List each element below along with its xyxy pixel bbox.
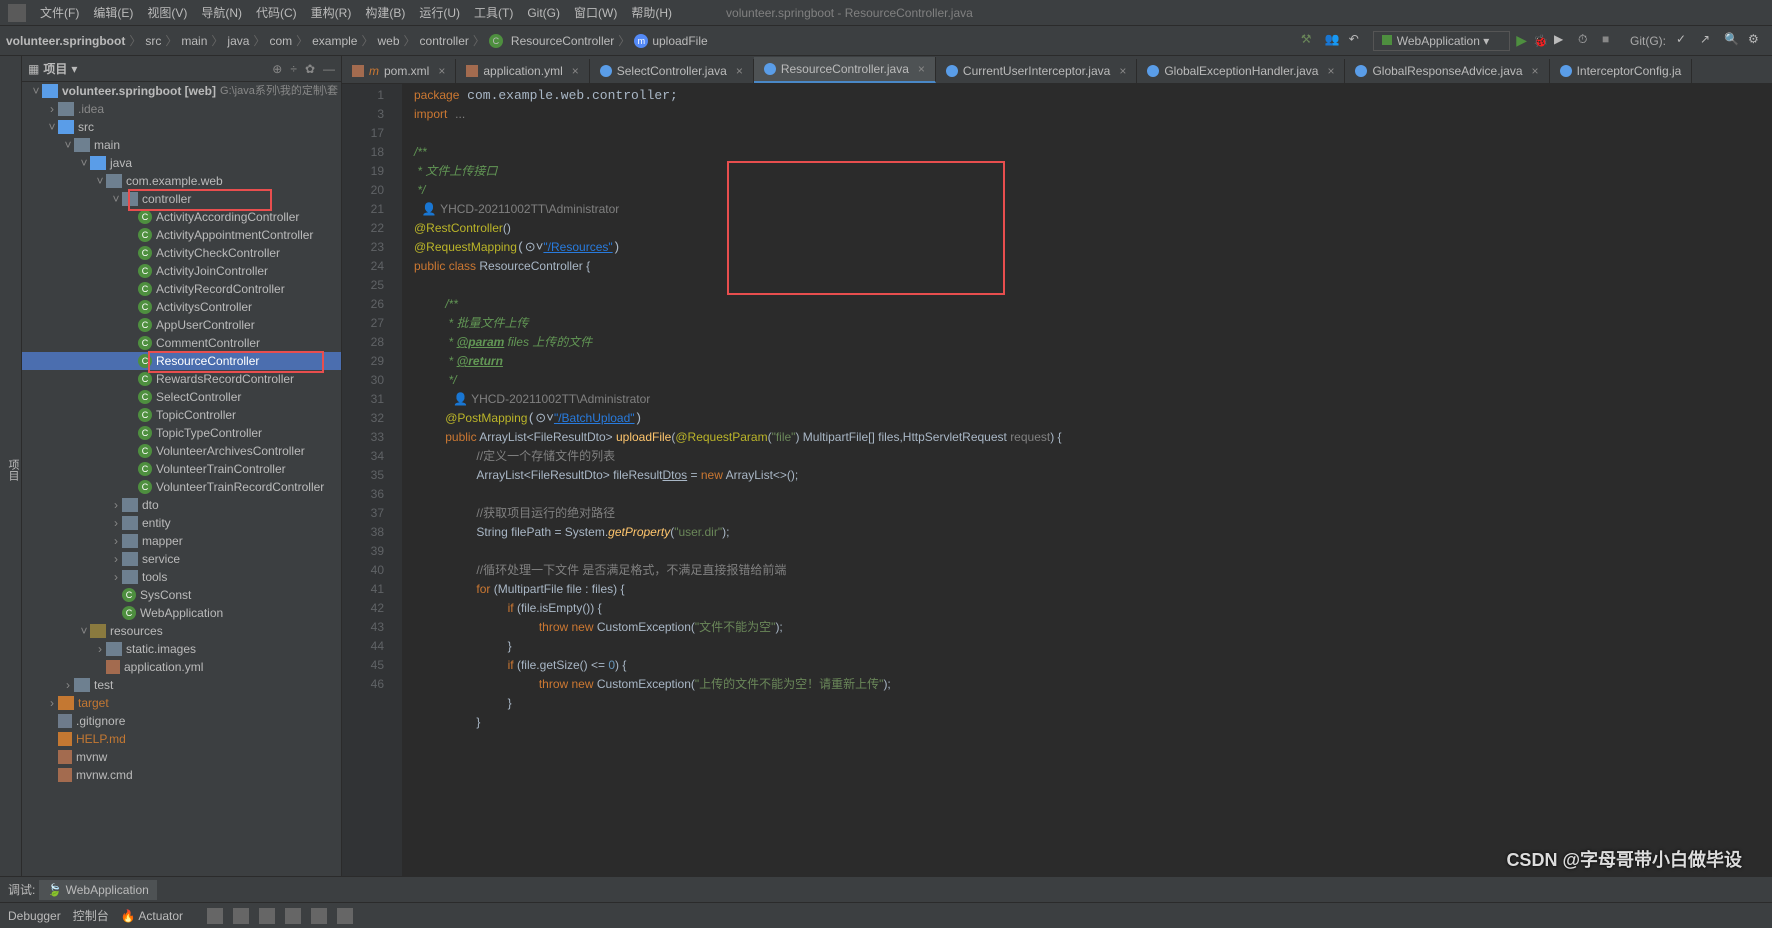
close-icon[interactable]: ×: [736, 64, 743, 78]
sb-icon[interactable]: [285, 908, 301, 924]
crumb-src[interactable]: src: [145, 34, 161, 48]
debug-label: 调试:: [8, 881, 35, 898]
method-icon: m: [634, 34, 648, 48]
project-sidebar: ▦ 项目 ▾ ⊕ ÷ ✿ — ˅volunteer.springboot [we…: [22, 56, 342, 876]
crumb-java[interactable]: java: [227, 34, 249, 48]
stop-icon[interactable]: ■: [1602, 32, 1620, 50]
crumb-controller[interactable]: controller: [420, 34, 469, 48]
crumb-web[interactable]: web: [378, 34, 400, 48]
menu-help[interactable]: 帮助(H): [625, 1, 678, 24]
tab-interceptor[interactable]: CurrentUserInterceptor.java×: [936, 59, 1137, 83]
menu-run[interactable]: 运行(U): [413, 1, 466, 24]
sb-icon[interactable]: [311, 908, 327, 924]
sb-icon[interactable]: [259, 908, 275, 924]
app-logo: [8, 4, 26, 22]
status-bar: 调试: 🍃 WebApplication: [0, 876, 1772, 902]
editor-tabs: m pom.xml× application.yml× SelectContro…: [342, 56, 1772, 84]
close-icon[interactable]: ×: [1532, 64, 1539, 78]
git-push-icon[interactable]: ↗: [1700, 32, 1718, 50]
project-tool-label[interactable]: 项目: [7, 459, 19, 481]
menu-code[interactable]: 代码(C): [250, 1, 303, 24]
code-editor[interactable]: 1317181920212223242526272829303132333435…: [342, 84, 1772, 876]
gutter: 1317181920212223242526272829303132333435…: [342, 84, 402, 876]
tree-controller-folder[interactable]: ˅controller: [22, 190, 341, 208]
bottom-bar: Debugger 控制台 🔥 Actuator: [0, 902, 1772, 928]
toolbar: volunteer.springboot〉 src〉 main〉 java〉 c…: [0, 26, 1772, 56]
tab-resource[interactable]: ResourceController.java×: [754, 57, 936, 83]
run-configuration-select[interactable]: WebApplication ▾: [1373, 31, 1511, 51]
menu-file[interactable]: 文件(F): [34, 1, 85, 24]
code-content[interactable]: package com.example.web.controller; impo…: [402, 84, 1772, 876]
tool-actuator[interactable]: 🔥 Actuator: [121, 909, 183, 923]
tree-resourcecontroller[interactable]: CResourceController: [22, 352, 341, 370]
gear-icon[interactable]: ✿: [305, 62, 315, 76]
tab-pom[interactable]: m pom.xml×: [342, 59, 456, 83]
coverage-icon[interactable]: ▶: [1554, 32, 1572, 50]
debug-button[interactable]: 🐞: [1533, 34, 1548, 48]
tab-config[interactable]: InterceptorConfig.ja: [1550, 59, 1693, 83]
git-update-icon[interactable]: ✓: [1676, 32, 1694, 50]
close-icon[interactable]: ×: [438, 64, 445, 78]
left-tool-strip[interactable]: 项目: [0, 56, 22, 876]
users-icon[interactable]: 👥: [1325, 32, 1343, 50]
search-icon[interactable]: 🔍: [1724, 32, 1742, 50]
select-opened-icon[interactable]: ⊕: [272, 62, 282, 76]
git-label: Git(G):: [1626, 34, 1670, 48]
crumb-com[interactable]: com: [269, 34, 292, 48]
menu-view[interactable]: 视图(V): [141, 1, 193, 24]
menu-build[interactable]: 构建(B): [359, 1, 411, 24]
watermark: CSDN @字母哥带小白做毕设: [1506, 846, 1742, 872]
breadcrumb: volunteer.springboot〉 src〉 main〉 java〉 c…: [6, 32, 1301, 49]
tab-appyml[interactable]: application.yml×: [456, 59, 589, 83]
tool-console[interactable]: 控制台: [73, 907, 109, 924]
status-tab-webapp[interactable]: 🍃 WebApplication: [39, 880, 156, 900]
tab-select[interactable]: SelectController.java×: [590, 59, 754, 83]
dropdown-icon[interactable]: ▾: [71, 62, 77, 76]
project-panel-header: ▦ 项目 ▾ ⊕ ÷ ✿ —: [22, 56, 341, 82]
menu-bar: 文件(F) 编辑(E) 视图(V) 导航(N) 代码(C) 重构(R) 构建(B…: [0, 0, 1772, 26]
settings-icon[interactable]: ⚙: [1748, 32, 1766, 50]
window-title: volunteer.springboot - ResourceControlle…: [720, 3, 979, 23]
project-tree[interactable]: ˅volunteer.springboot [web]G:\java系列\我的定…: [22, 82, 341, 876]
profile-icon[interactable]: ⏱: [1578, 32, 1596, 50]
tool-debugger[interactable]: Debugger: [8, 909, 61, 923]
expand-icon[interactable]: ÷: [290, 62, 297, 76]
crumb-method[interactable]: uploadFile: [652, 34, 707, 48]
sb-icon[interactable]: [207, 908, 223, 924]
hide-icon[interactable]: —: [323, 62, 335, 76]
menu-window[interactable]: 窗口(W): [568, 1, 623, 24]
close-icon[interactable]: ×: [1327, 64, 1334, 78]
menu-tools[interactable]: 工具(T): [468, 1, 519, 24]
crumb-main[interactable]: main: [181, 34, 207, 48]
crumb-example[interactable]: example: [312, 34, 357, 48]
crumb-project[interactable]: volunteer.springboot: [6, 34, 125, 48]
project-panel-title[interactable]: 项目: [43, 60, 67, 77]
back-icon[interactable]: ↶: [1349, 32, 1367, 50]
crumb-class[interactable]: ResourceController: [511, 34, 614, 48]
menu-edit[interactable]: 编辑(E): [87, 1, 139, 24]
tab-exception[interactable]: GlobalExceptionHandler.java×: [1137, 59, 1345, 83]
editor-area: m pom.xml× application.yml× SelectContro…: [342, 56, 1772, 876]
close-icon[interactable]: ×: [918, 62, 925, 76]
run-button[interactable]: ▶: [1516, 32, 1527, 49]
close-icon[interactable]: ×: [572, 64, 579, 78]
menu-refactor[interactable]: 重构(R): [305, 1, 358, 24]
menu-git[interactable]: Git(G): [521, 3, 566, 23]
tab-advice[interactable]: GlobalResponseAdvice.java×: [1345, 59, 1549, 83]
toolbar-actions: ⚒ 👥 ↶ WebApplication ▾ ▶ 🐞 ▶ ⏱ ■ Git(G):…: [1301, 31, 1766, 51]
close-icon[interactable]: ×: [1119, 64, 1126, 78]
hammer-icon[interactable]: ⚒: [1301, 32, 1319, 50]
sb-icon[interactable]: [337, 908, 353, 924]
sb-icon[interactable]: [233, 908, 249, 924]
class-icon: C: [489, 34, 503, 48]
project-panel-icon: ▦: [28, 62, 39, 76]
menu-navigate[interactable]: 导航(N): [195, 1, 248, 24]
